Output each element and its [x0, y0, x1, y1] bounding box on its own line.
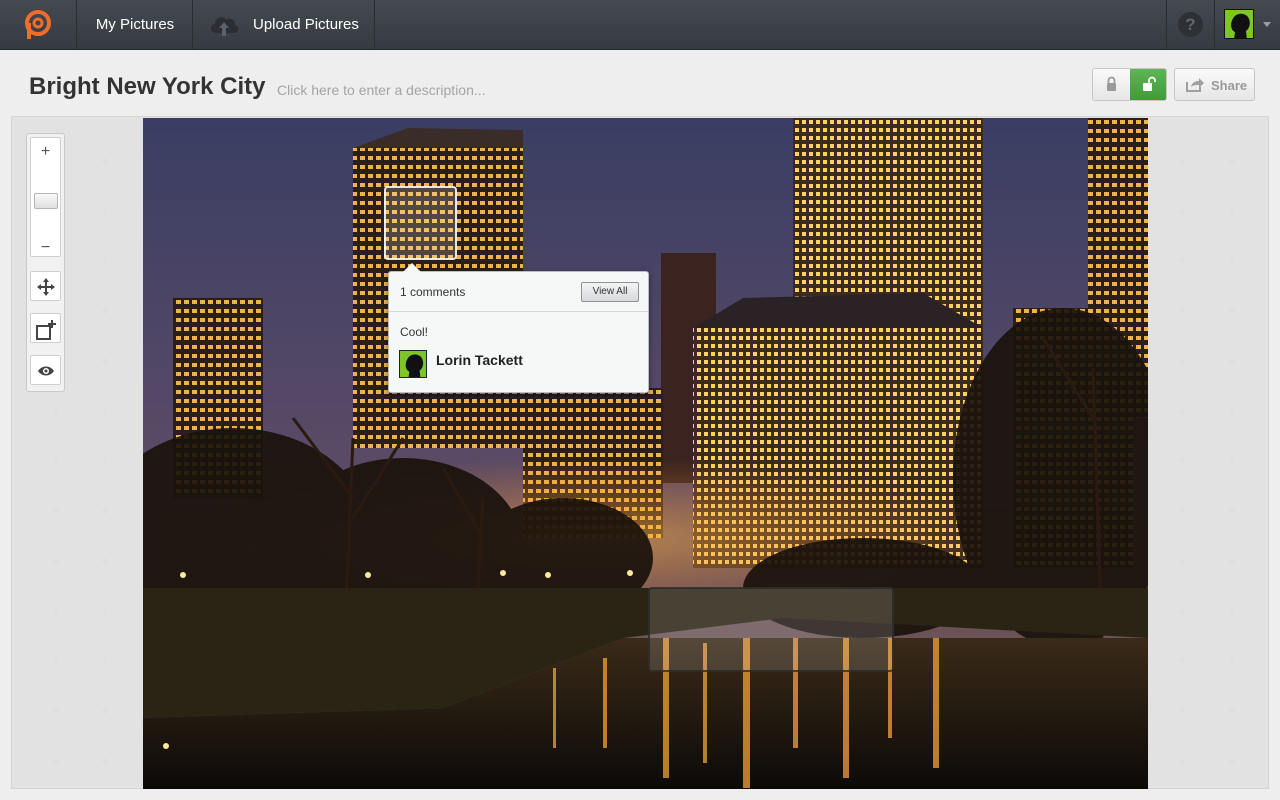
silhouette-icon	[1231, 13, 1250, 38]
grid-plus-marker	[1178, 757, 1186, 765]
grid-plus-marker	[1228, 307, 1236, 315]
commenter-name[interactable]: Lorin Tackett	[436, 352, 523, 368]
description-input[interactable]: Click here to enter a description...	[277, 82, 486, 98]
grid-plus-marker	[1178, 607, 1186, 615]
grid-plus-marker	[101, 607, 109, 615]
grid-plus-marker	[101, 457, 109, 465]
zoom-control: + −	[30, 137, 61, 257]
grid-plus-marker	[1178, 407, 1186, 415]
grid-plus-marker	[52, 457, 60, 465]
app-logo[interactable]	[0, 0, 77, 49]
share-button[interactable]: Share	[1174, 68, 1255, 101]
add-area-icon	[36, 320, 56, 340]
top-navigation-bar: My Pictures Upload Pictures ?	[0, 0, 1280, 50]
main-photo[interactable]	[143, 118, 1148, 789]
grid-plus-marker	[1228, 557, 1236, 565]
grid-plus-marker	[52, 657, 60, 665]
grid-plus-marker	[1178, 557, 1186, 565]
zoom-out-button[interactable]: −	[31, 240, 60, 256]
grid-plus-marker	[1178, 157, 1186, 165]
grid-plus-marker	[1178, 507, 1186, 515]
grid-plus-marker	[1178, 657, 1186, 665]
grid-plus-marker	[101, 357, 109, 365]
cloud-upload-icon	[210, 17, 239, 36]
grid-plus-marker	[1178, 257, 1186, 265]
grid-plus-marker	[52, 757, 60, 765]
user-avatar	[1224, 9, 1254, 39]
chevron-down-icon	[1263, 22, 1271, 27]
toggle-annotations-button[interactable]	[30, 355, 61, 385]
picture-header: Bright New York City Click here to enter…	[0, 50, 1280, 116]
grid-plus-marker	[101, 507, 109, 515]
privacy-toggle[interactable]	[1092, 68, 1167, 101]
grid-plus-marker	[1178, 457, 1186, 465]
grid-plus-marker	[52, 607, 60, 615]
unlock-icon	[1143, 76, 1156, 91]
picture-title[interactable]: Bright New York City	[29, 73, 265, 101]
move-arrows-icon	[37, 278, 55, 296]
popup-arrow	[403, 263, 421, 272]
grid-plus-marker	[101, 207, 109, 215]
annotation-area[interactable]	[648, 587, 894, 672]
add-annotation-button[interactable]	[30, 313, 61, 343]
public-button[interactable]	[1130, 69, 1166, 100]
grid-plus-marker	[101, 757, 109, 765]
comment-text: Cool!	[400, 325, 429, 339]
grid-plus-marker	[1178, 207, 1186, 215]
zoom-in-button[interactable]: +	[31, 142, 60, 162]
grid-plus-marker	[1228, 257, 1236, 265]
grid-plus-marker	[1228, 407, 1236, 415]
grid-plus-marker	[1228, 657, 1236, 665]
lock-icon	[1107, 76, 1116, 91]
grid-plus-marker	[52, 407, 60, 415]
grid-plus-marker	[101, 257, 109, 265]
grid-plus-marker	[52, 557, 60, 565]
grid-plus-marker	[101, 557, 109, 565]
comment-popup: 1 comments View All Cool! Lorin Tackett	[388, 263, 649, 393]
share-label: Share	[1211, 78, 1248, 93]
zoom-slider-handle[interactable]	[34, 193, 58, 209]
commenter-avatar[interactable]	[399, 350, 427, 378]
zoom-toolbar: + −	[26, 133, 65, 392]
help-button[interactable]: ?	[1166, 0, 1214, 49]
logo-icon	[25, 10, 51, 39]
grid-plus-marker	[1228, 707, 1236, 715]
grid-plus-marker	[101, 307, 109, 315]
eye-icon	[38, 366, 54, 376]
grid-plus-marker	[1228, 757, 1236, 765]
grid-plus-marker	[1228, 357, 1236, 365]
city-night-photo	[143, 118, 1148, 789]
private-button[interactable]	[1093, 69, 1130, 100]
silhouette-icon	[405, 354, 424, 377]
popup-header: 1 comments View All	[389, 272, 648, 312]
grid-plus-marker	[1228, 157, 1236, 165]
grid-plus-marker	[1178, 307, 1186, 315]
grid-plus-marker	[1228, 457, 1236, 465]
grid-plus-marker	[101, 657, 109, 665]
help-icon: ?	[1178, 12, 1203, 37]
grid-plus-marker	[52, 507, 60, 515]
grid-plus-marker	[101, 157, 109, 165]
grid-plus-marker	[1228, 607, 1236, 615]
comment-count: 1 comments	[400, 285, 466, 299]
grid-plus-marker	[1178, 707, 1186, 715]
nav-upload-pictures[interactable]: Upload Pictures	[194, 0, 375, 49]
grid-plus-marker	[101, 707, 109, 715]
grid-plus-marker	[1178, 357, 1186, 365]
annotation-area[interactable]	[384, 186, 457, 260]
grid-plus-marker	[1228, 507, 1236, 515]
grid-plus-marker	[1228, 207, 1236, 215]
nav-upload-label: Upload Pictures	[253, 16, 359, 33]
view-all-button[interactable]: View All	[581, 282, 639, 302]
share-icon	[1186, 78, 1204, 92]
nav-my-pictures[interactable]: My Pictures	[78, 0, 193, 49]
grid-plus-marker	[52, 707, 60, 715]
grid-plus-marker	[101, 407, 109, 415]
user-menu[interactable]	[1214, 0, 1280, 49]
pan-tool-button[interactable]	[30, 271, 61, 301]
